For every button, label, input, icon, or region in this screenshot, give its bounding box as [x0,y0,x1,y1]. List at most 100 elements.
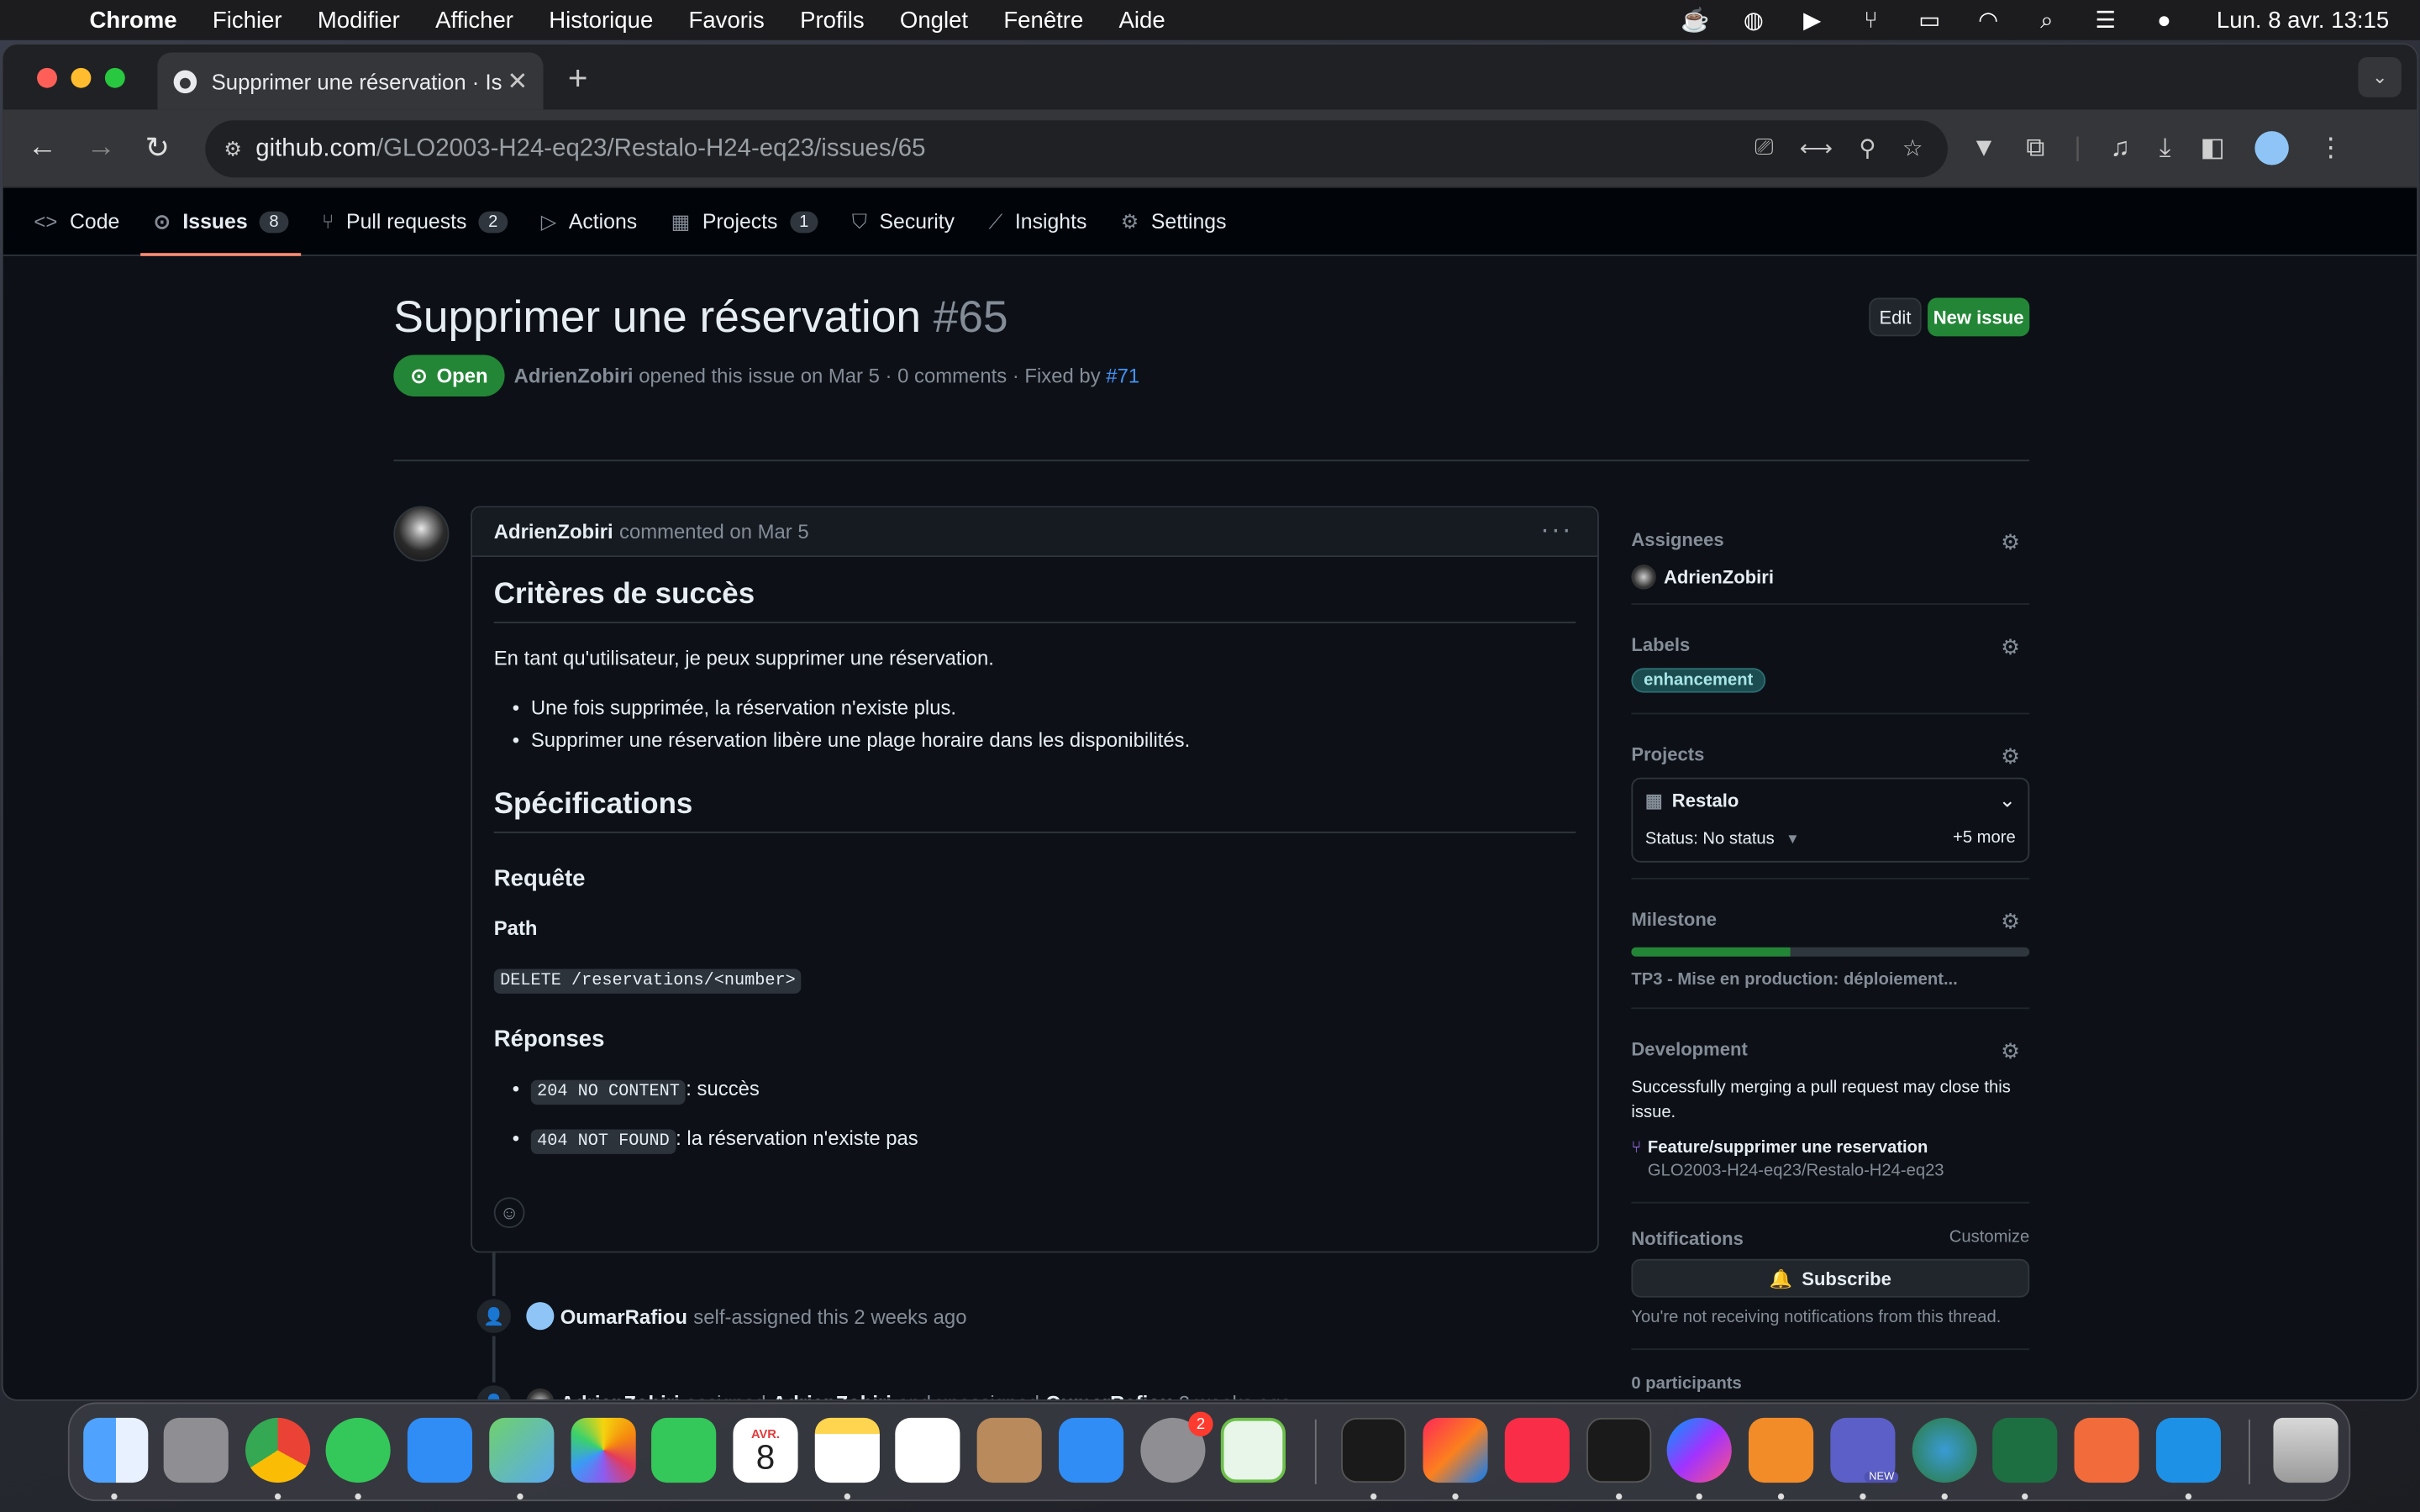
assignees-label[interactable]: Assignees [1631,529,2029,551]
vpn-app-icon[interactable] [1912,1417,1977,1483]
new-issue-button[interactable]: New issue [1928,297,2030,337]
close-window-button[interactable] [37,67,57,88]
avatar[interactable] [393,506,450,562]
trash-icon[interactable] [2273,1417,2338,1483]
comment-author-link[interactable]: AdrienZobiri [494,520,613,543]
messenger-icon[interactable] [1666,1417,1732,1483]
messages-icon[interactable] [325,1417,391,1483]
tab-code[interactable]: <> Code [34,187,119,255]
spotlight-icon[interactable]: ⌕ [2032,7,2063,33]
address-bar[interactable]: ⚙ github.com/GLO2003-H24-eq23/Restalo-H2… [205,120,1948,178]
tab-insights[interactable]: ⟋ Insights [988,187,1086,255]
subscribe-button[interactable]: 🔔 Subscribe [1631,1258,2030,1298]
avatar[interactable] [526,1302,555,1331]
tab-settings[interactable]: ⚙ Settings [1121,187,1227,255]
freeform-icon[interactable] [895,1417,960,1483]
menu-favoris[interactable]: Favoris [689,7,765,33]
gear-icon[interactable]: ⚙ [2001,529,2020,555]
new-tab-button[interactable]: + [568,59,588,99]
menu-profils[interactable]: Profils [800,7,865,33]
customize-link[interactable]: Customize [1949,1228,2029,1247]
gear-icon[interactable]: ⚙ [2001,1038,2020,1064]
gear-icon[interactable]: ⚙ [2001,909,2020,935]
label-enhancement[interactable]: enhancement [1631,668,1766,693]
control-center-icon[interactable]: ☰ [2090,8,2121,34]
event-user-link[interactable]: OumarRafiou [1045,1391,1172,1399]
milestone-link[interactable]: TP3 - Mise en production: déploiement... [1631,970,2029,989]
comment-options-icon[interactable]: ··· [1540,514,1573,547]
menu-clock[interactable]: Lun. 8 avr. 13:15 [2217,7,2389,33]
minimize-window-button[interactable] [71,67,92,88]
project-more-link[interactable]: +5 more [1953,828,2016,847]
menu-aide[interactable]: Aide [1119,7,1165,33]
project-name[interactable]: Restalo [1672,790,1739,811]
close-tab-icon[interactable]: ✕ [508,66,529,97]
menu-historique[interactable]: Historique [549,7,653,33]
development-label[interactable]: Development [1631,1038,2029,1060]
battery-icon[interactable]: ▭ [1914,8,1945,34]
projects-label[interactable]: Projects [1631,743,2029,765]
menu-modifier[interactable]: Modifier [318,7,400,33]
profile-avatar[interactable] [2254,131,2289,165]
add-reaction-icon[interactable]: ☺ [493,1197,525,1229]
extensions-puzzle-icon[interactable]: ⧉ [2026,133,2044,164]
event-user-link[interactable]: AdrienZobiri [772,1391,892,1399]
labels-label[interactable]: Labels [1631,634,2029,656]
edit-button[interactable]: Edit [1869,297,1922,337]
install-app-icon[interactable]: ⎚ [1754,134,1773,162]
forward-icon[interactable]: → [87,131,116,165]
issue-author-link[interactable]: AdrienZobiri [514,364,634,387]
linked-branch[interactable]: ⑂ Feature/supprimer une reservation GLO20… [1631,1138,2029,1180]
contacts-icon[interactable] [976,1417,1042,1483]
launchpad-icon[interactable] [163,1417,229,1483]
app-store-icon[interactable] [1058,1417,1124,1483]
chrome-icon[interactable] [245,1417,311,1483]
menu-onglet[interactable]: Onglet [900,7,968,33]
notes-icon[interactable] [814,1417,880,1483]
comment-timestamp[interactable]: commented on Mar 5 [619,520,809,543]
project-status[interactable]: Status: No status ▾ [1645,828,1797,848]
browser-tab-active[interactable]: Supprimer une réservation · Is ✕ [157,52,544,110]
reload-icon[interactable]: ↻ [145,131,170,166]
download-icon[interactable]: ⤓ [2160,133,2171,164]
finder-icon[interactable] [83,1417,149,1483]
menu-afficher[interactable]: Afficher [435,7,513,33]
avatar[interactable] [526,1389,555,1399]
media-control-icon[interactable]: ♫ [2110,133,2129,164]
terminal-icon[interactable] [1341,1417,1407,1483]
gear-icon[interactable]: ⚙ [2001,743,2020,769]
side-panel-icon[interactable]: ◧ [2201,133,2226,164]
tab-issues[interactable]: ⊙ Issues 8 [140,187,301,255]
milestone-label[interactable]: Milestone [1631,909,2029,931]
menu-fichier[interactable]: Fichier [213,7,282,33]
excel-icon[interactable] [1992,1417,2058,1483]
music-icon[interactable] [1504,1417,1570,1483]
facetime-icon[interactable] [651,1417,717,1483]
zoom-window-button[interactable] [104,67,125,88]
calendar-icon[interactable]: AVR. 8 [733,1417,798,1483]
status-coffee-icon[interactable]: ☕ [1680,8,1711,34]
event-user-link[interactable]: OumarRafiou [560,1305,687,1328]
activity-monitor-icon[interactable] [1586,1417,1652,1483]
translate-icon[interactable]: ⟷ [1800,134,1833,162]
menu-fenetre[interactable]: Fenêtre [1003,7,1083,33]
bookmark-star-icon[interactable]: ☆ [1902,134,1923,162]
event-user-link[interactable]: AdrienZobiri [560,1391,680,1399]
tab-projects[interactable]: ▦ Projects 1 [671,187,818,255]
zoom-icon[interactable]: ⚲ [1859,134,1876,162]
wifi-icon[interactable]: ◠ [1973,8,2004,34]
gear-icon[interactable]: ⚙ [2001,634,2020,660]
tab-pull-requests[interactable]: ⑂ Pull requests 2 [322,187,508,255]
vuejs-extension-icon[interactable]: ▼ [1970,133,1996,164]
chevron-down-icon[interactable]: ⌄ [1999,789,2016,813]
photos-icon[interactable] [571,1417,636,1483]
status-fork-icon[interactable]: ⑂ [1855,7,1886,33]
site-info-icon[interactable]: ⚙ [224,137,241,161]
status-play-icon[interactable]: ▶ [1797,8,1828,34]
diagram-app-icon[interactable] [1748,1417,1814,1483]
fixed-by-link[interactable]: #71 [1106,364,1139,387]
tab-actions[interactable]: ▷ Actions [541,187,637,255]
assignee[interactable]: AdrienZobiri [1631,564,2029,590]
tab-search-button[interactable]: ⌄ [2358,56,2402,97]
menu-app-name[interactable]: Chrome [90,7,177,33]
